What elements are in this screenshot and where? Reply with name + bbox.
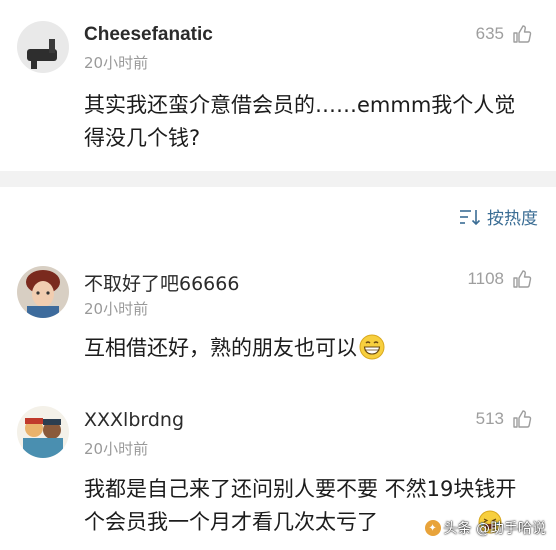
comment-time: 20小时前 xyxy=(84,440,149,458)
like-count: 635 xyxy=(475,24,504,43)
username[interactable]: XXXlbrdng xyxy=(84,409,184,431)
username[interactable]: Cheesefanatic xyxy=(84,24,213,46)
comment-text: 互相借还好，熟的朋友也可以 xyxy=(84,336,357,360)
comment-text: 其实我还蛮介意借会员的……emmm我个人觉得没几个钱? xyxy=(84,93,516,150)
sort-icon xyxy=(460,209,481,225)
watermark-logo-icon: ✦ xyxy=(424,520,441,536)
comment-text-row: 互相借还好，熟的朋友也可以 xyxy=(84,332,534,365)
avatar[interactable] xyxy=(17,266,69,318)
thumbs-up-icon xyxy=(513,270,532,288)
comment-time: 20小时前 xyxy=(84,300,149,318)
sort-label: 按热度 xyxy=(487,209,538,229)
like-button[interactable]: 513 xyxy=(476,409,532,429)
comment-item: Cheesefanatic 20小时前 635 其实我还蛮介意借会员的……emm… xyxy=(0,0,556,171)
comment-item: 不取好了吧66666 20小时前 1108 互相借还好，熟的朋友也可以 xyxy=(0,256,556,384)
watermark: ✦ 头条 @助手哈说 xyxy=(424,518,546,538)
like-count: 513 xyxy=(475,409,504,428)
like-count: 1108 xyxy=(467,269,504,288)
watermark-text: 头条 @助手哈说 xyxy=(443,521,546,537)
grin-emoji-icon xyxy=(359,334,385,360)
section-divider xyxy=(0,171,556,187)
thumbs-up-icon xyxy=(513,410,532,428)
sort-by-hot-button[interactable]: 按热度 xyxy=(459,204,538,229)
username[interactable]: 不取好了吧66666 xyxy=(84,269,239,296)
like-button[interactable]: 1108 xyxy=(467,269,532,289)
avatar[interactable] xyxy=(17,21,69,73)
thumbs-up-icon xyxy=(513,25,532,43)
like-button[interactable]: 635 xyxy=(476,24,532,44)
avatar[interactable] xyxy=(17,406,69,458)
comment-time: 20小时前 xyxy=(84,54,149,72)
